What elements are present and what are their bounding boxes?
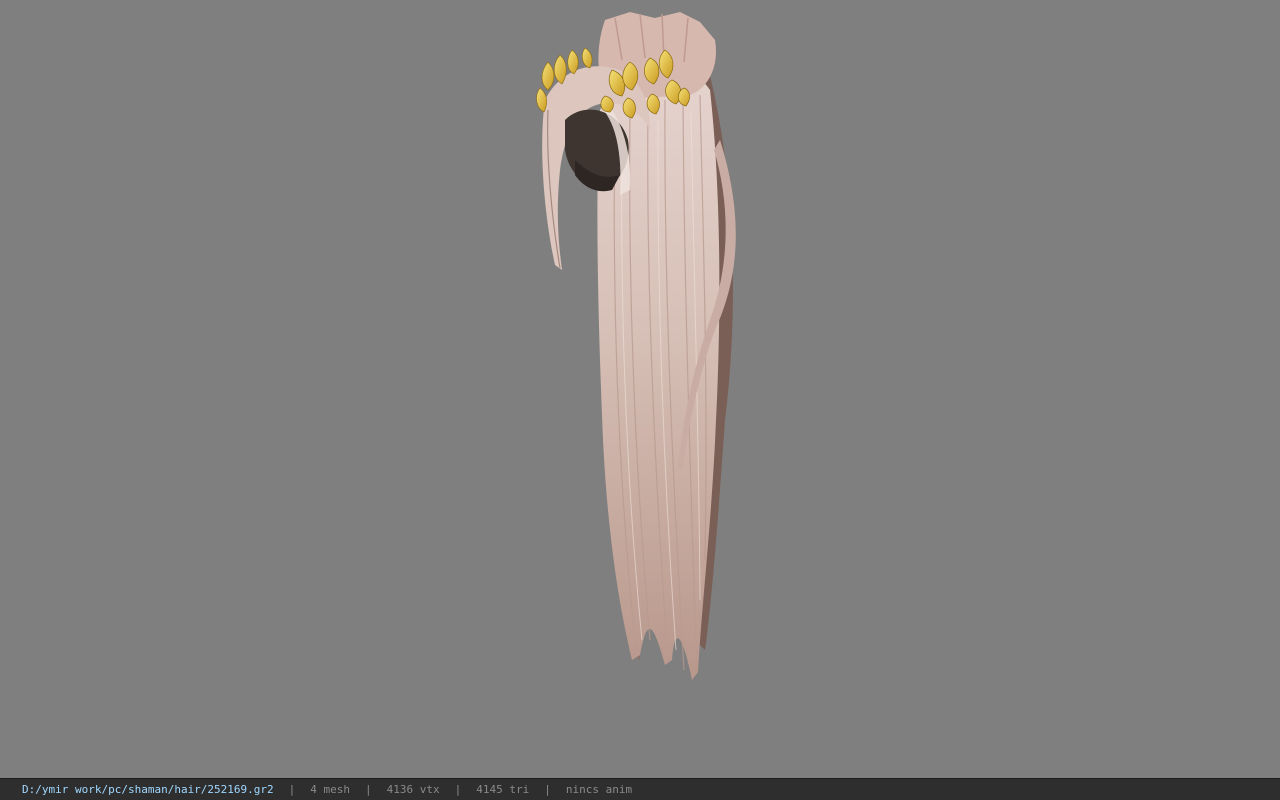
- 3d-viewport[interactable]: [0, 0, 1280, 778]
- status-bar: D:/ymir work/pc/shaman/hair/252169.gr2 |…: [0, 778, 1280, 800]
- vertex-count: 4136 vtx: [386, 783, 440, 796]
- animation-status: nincs anim: [565, 783, 633, 796]
- mesh-count: 4 mesh: [310, 783, 351, 796]
- separator: |: [454, 783, 462, 796]
- separator: |: [544, 783, 551, 796]
- separator: |: [288, 783, 296, 796]
- hair-model: [536, 12, 736, 681]
- file-path: D:/ymir work/pc/shaman/hair/252169.gr2: [22, 783, 274, 796]
- triangle-count: 4145 tri: [476, 783, 530, 796]
- separator: |: [365, 783, 372, 796]
